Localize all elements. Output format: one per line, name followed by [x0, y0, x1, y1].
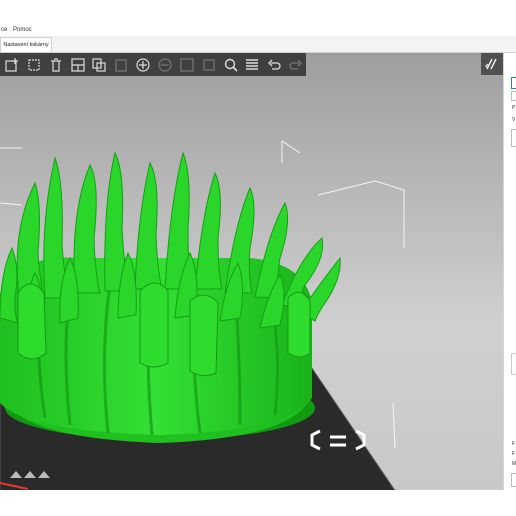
menu-bar: ce Pomoc: [0, 24, 516, 36]
right-sidebar: P V F F M: [503, 53, 516, 490]
window-title-area: [0, 0, 516, 14]
split-objects-icon[interactable]: [177, 55, 197, 75]
delete-icon[interactable]: [24, 55, 44, 75]
sidebar-letter: F: [512, 451, 516, 457]
double-chevron-icon: [485, 58, 497, 70]
add-icon[interactable]: [2, 55, 22, 75]
collapse-sidebar-button[interactable]: [481, 53, 503, 75]
main-toolbar: [0, 53, 306, 76]
3d-scene: [0, 140, 405, 490]
sidebar-panel: [511, 353, 516, 375]
redo-icon[interactable]: [286, 55, 306, 75]
menu-item-partial[interactable]: ce: [1, 27, 7, 33]
sidebar-radio[interactable]: [511, 77, 516, 89]
sidebar-letter: F: [512, 441, 516, 447]
copy-icon[interactable]: [89, 55, 109, 75]
sidebar-field[interactable]: [511, 91, 516, 101]
sidebar-button[interactable]: [511, 473, 516, 487]
arrange-icon[interactable]: [68, 55, 88, 75]
add-instance-icon[interactable]: [133, 55, 153, 75]
delete-all-icon[interactable]: [46, 55, 66, 75]
paste-icon[interactable]: [111, 55, 131, 75]
remove-instance-icon[interactable]: [155, 55, 175, 75]
tab-printer-settings[interactable]: Nastavení tiskárny: [0, 37, 52, 52]
split-parts-icon[interactable]: [199, 55, 219, 75]
3d-viewport[interactable]: [0, 53, 503, 490]
undo-icon[interactable]: [264, 55, 284, 75]
tab-bar: Nastavení tiskárny: [0, 36, 516, 53]
layers-icon[interactable]: [242, 55, 262, 75]
bottom-area: [0, 490, 516, 516]
sidebar-list[interactable]: [511, 129, 516, 147]
search-icon[interactable]: [221, 55, 241, 75]
menu-item-help[interactable]: Pomoc: [13, 27, 32, 33]
sidebar-letter: P: [512, 105, 516, 111]
sidebar-letter: V: [512, 117, 516, 123]
sidebar-letter: M: [512, 461, 516, 467]
